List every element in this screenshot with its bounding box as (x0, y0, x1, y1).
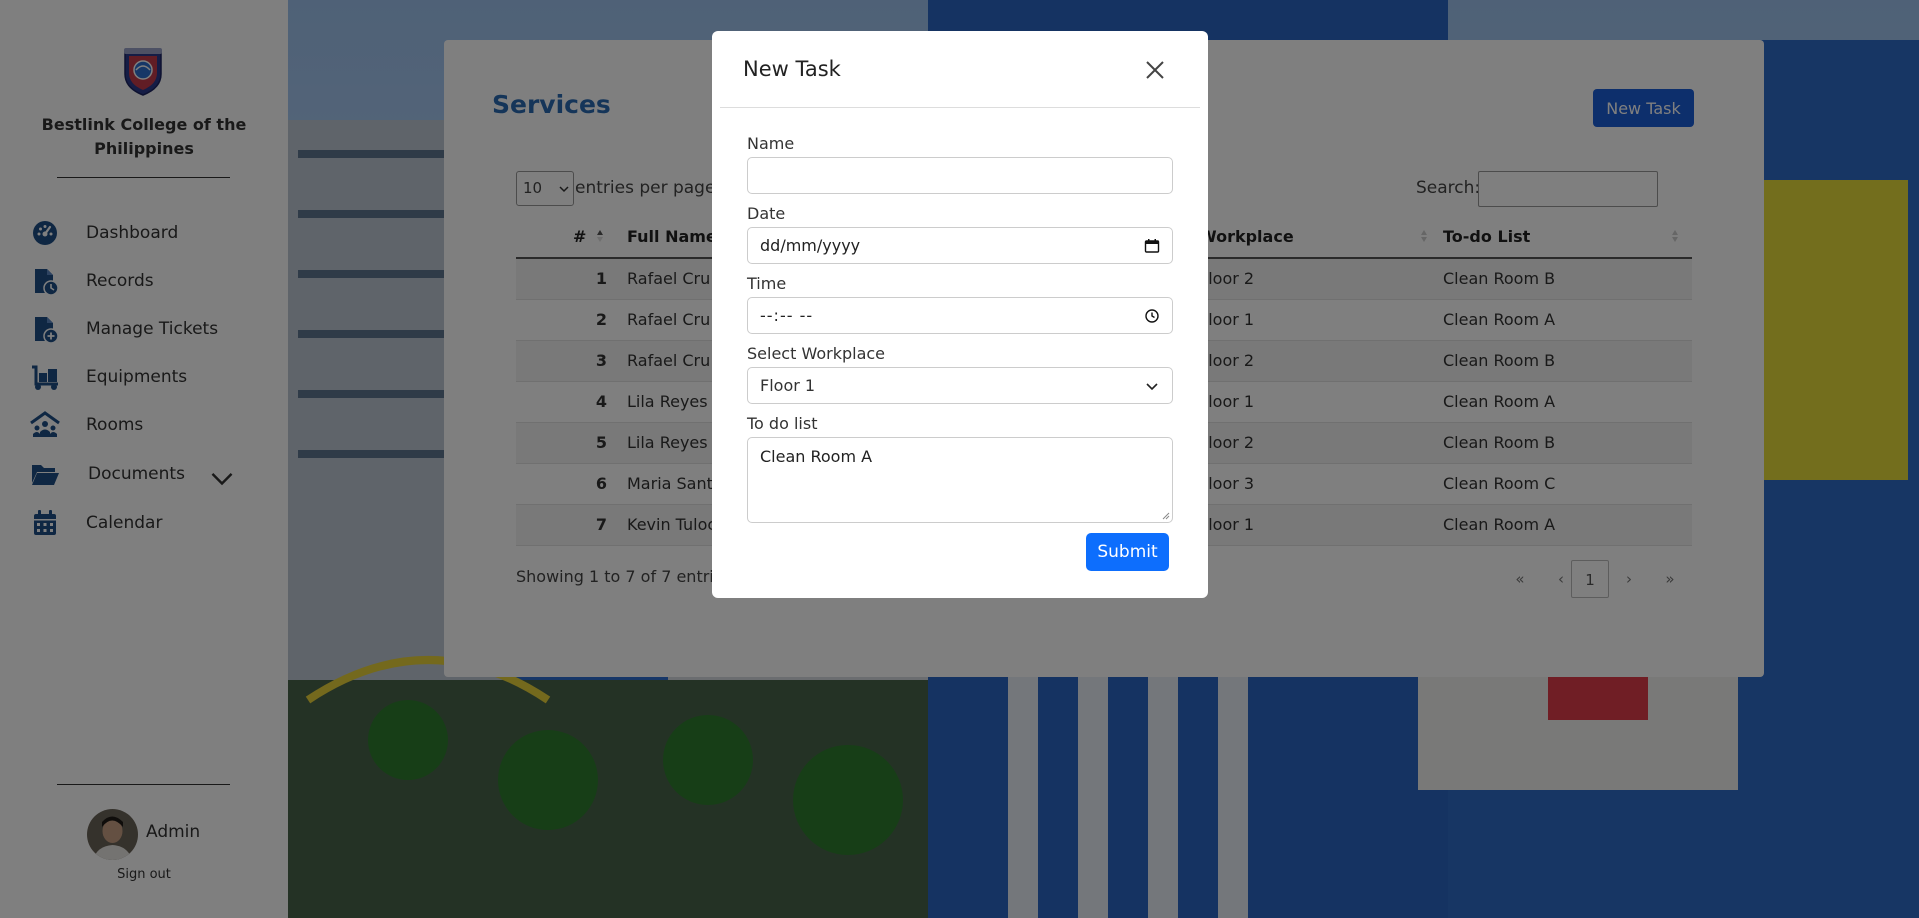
chevron-down-icon (1146, 383, 1158, 391)
time-label: Time (747, 274, 787, 293)
modal-title: New Task (743, 57, 841, 81)
modal-divider (720, 107, 1200, 108)
date-field[interactable]: dd/mm/yyyy (747, 227, 1173, 264)
submit-button[interactable]: Submit (1086, 533, 1169, 571)
todo-textarea[interactable]: Clean Room A (747, 437, 1173, 523)
calendar-icon[interactable] (1144, 238, 1160, 254)
workplace-label: Select Workplace (747, 344, 886, 363)
time-field[interactable]: --:-- -- (747, 297, 1173, 334)
todo-label: To do list (747, 414, 818, 433)
new-task-modal: New Task Name Date dd/mm/yyyy Time --:--… (712, 31, 1208, 598)
workplace-select[interactable]: Floor 1 (747, 367, 1173, 404)
workplace-value: Floor 1 (760, 376, 816, 395)
name-field[interactable] (747, 157, 1173, 194)
date-label: Date (747, 204, 786, 223)
date-placeholder: dd/mm/yyyy (760, 236, 861, 255)
close-icon[interactable] (1142, 57, 1168, 83)
todo-value: Clean Room A (760, 447, 873, 466)
clock-icon[interactable] (1144, 308, 1160, 324)
resize-handle-icon[interactable] (1160, 510, 1170, 520)
time-placeholder: --:-- -- (760, 306, 814, 325)
name-label: Name (747, 134, 795, 153)
